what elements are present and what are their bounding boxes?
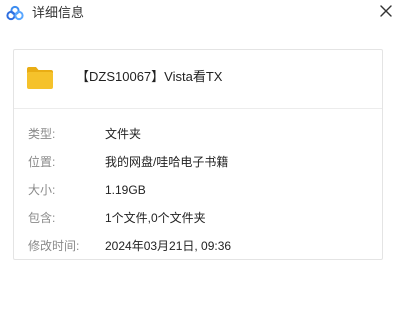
details-dialog: 详细信息 【DZS10067】Vista看TX 类型: 文件夹 位置: 我的网盘…	[0, 0, 403, 309]
cloud-icon	[6, 5, 24, 21]
property-modified-time: 修改时间: 2024年03月21日, 09:36	[14, 233, 382, 261]
property-label: 位置:	[28, 155, 56, 169]
property-value: 文件夹	[105, 127, 142, 141]
title-bar: 详细信息	[0, 0, 403, 28]
property-label: 修改时间:	[28, 239, 80, 253]
details-card: 【DZS10067】Vista看TX 类型: 文件夹 位置: 我的网盘/哇哈电子…	[13, 49, 383, 260]
property-label: 大小:	[28, 183, 56, 197]
file-header: 【DZS10067】Vista看TX	[14, 50, 382, 109]
property-size: 大小: 1.19GB	[14, 177, 382, 205]
property-value: 2024年03月21日, 09:36	[105, 239, 232, 253]
property-label: 包含:	[28, 211, 56, 225]
close-icon[interactable]	[375, 0, 397, 22]
dialog-title: 详细信息	[32, 5, 85, 20]
property-value: 1.19GB	[105, 183, 146, 197]
file-name: 【DZS10067】Vista看TX	[76, 69, 223, 84]
properties-list: 类型: 文件夹 位置: 我的网盘/哇哈电子书籍 大小: 1.19GB 包含: 1…	[14, 121, 382, 261]
property-location: 位置: 我的网盘/哇哈电子书籍	[14, 149, 382, 177]
property-value: 我的网盘/哇哈电子书籍	[105, 155, 229, 169]
property-value: 1个文件,0个文件夹	[105, 211, 206, 225]
property-label: 类型:	[28, 127, 56, 141]
property-contains: 包含: 1个文件,0个文件夹	[14, 205, 382, 233]
property-type: 类型: 文件夹	[14, 121, 382, 149]
folder-icon	[25, 63, 55, 93]
